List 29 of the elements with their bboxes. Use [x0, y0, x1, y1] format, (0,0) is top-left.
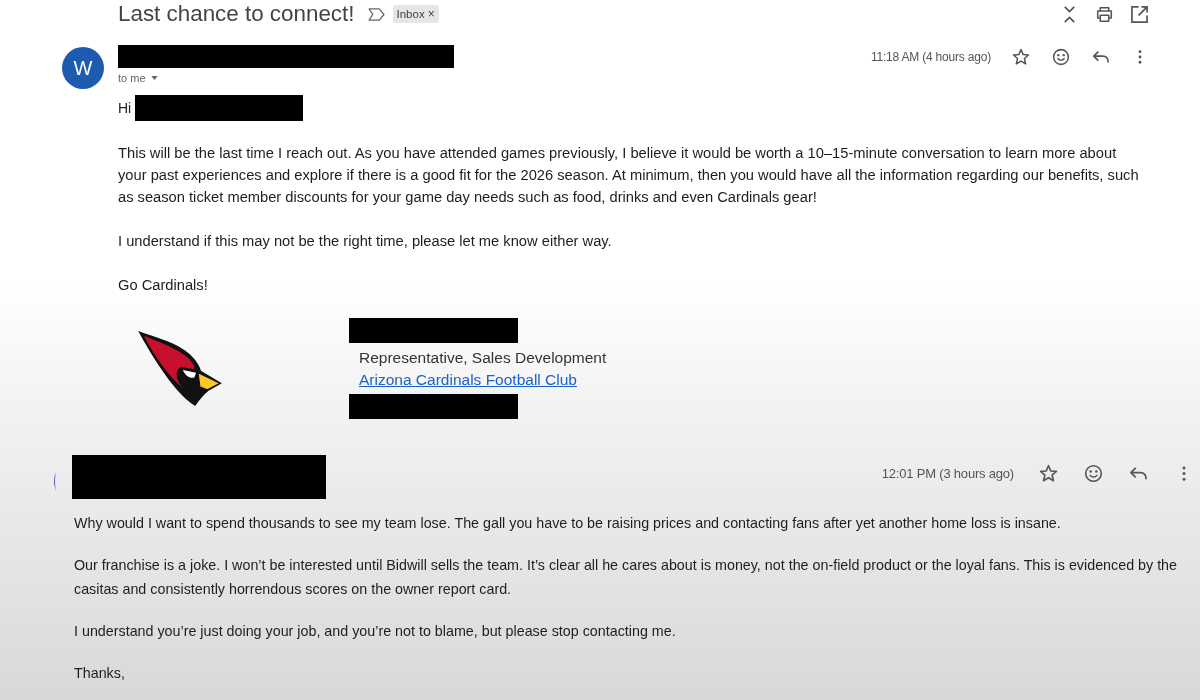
- message-paragraph: Why would I want to spend thousands to see my team lose. The gall you have to be raising prices and contacting fans after yet another home loss is insane.: [74, 514, 1062, 533]
- message-paragraph: Go Cardinals!: [118, 276, 209, 295]
- message-paragraph: This will be the last time I reach out. As you have attended games previously, I believe it would be worth a 10–15-minute conversation to learn more about your past experiences and explore if there is a good fit for the 2026 season. At minimum, then you would have all the information regarding our benefits, such as season ticket member discounts for your game day needs such as food, drinks and even Cardinals gear!: [118, 144, 1140, 207]
- partial-avatar-icon: [52, 472, 57, 491]
- importance-marker-icon[interactable]: [367, 7, 385, 21]
- company-link[interactable]: Arizona Cardinals Football Club: [359, 369, 577, 391]
- print-icon[interactable]: [1096, 5, 1113, 23]
- emoji-reaction-icon[interactable]: [1052, 48, 1070, 66]
- message-paragraph: Thanks,: [74, 664, 126, 683]
- message-paragraph: I understand if this may not be the right time, please let me know either way.: [118, 232, 613, 251]
- greeting-text: Hi: [118, 100, 132, 116]
- caret-icon: [150, 76, 158, 80]
- collapse-all-icon[interactable]: [1061, 5, 1078, 23]
- email-subject: Last chance to connect!: [118, 0, 355, 28]
- open-in-new-window-icon[interactable]: [1131, 5, 1148, 23]
- label-name: Inbox: [396, 8, 425, 20]
- message-paragraph: Our franchise is a joke. I won’t be interested until Bidwill sells the team. It’s clear all he cares about is money, not the on-field product or the loyal fans. This is evidenced by the casitas and consistently horrendous scores on the owner report card.: [74, 556, 1179, 599]
- message-paragraph: I understand you’re just doing your job, and you’re not to blame, but please stop contacting me.: [74, 622, 677, 641]
- message-time: 12:01 PM (3 hours ago): [881, 465, 1014, 481]
- remove-label-button[interactable]: ×: [427, 7, 435, 21]
- star-icon[interactable]: [1039, 463, 1058, 483]
- emoji-reaction-icon[interactable]: [1084, 463, 1103, 483]
- sender-avatar: W: [62, 47, 104, 89]
- message-time: 11:18 AM (4 hours ago): [870, 50, 991, 64]
- more-options-icon[interactable]: [1138, 50, 1142, 64]
- star-icon[interactable]: [1012, 48, 1030, 66]
- signature-title: Representative, Sales Development: [359, 348, 607, 368]
- more-options-icon[interactable]: [1182, 465, 1186, 481]
- recipients-toggle[interactable]: to me: [118, 71, 158, 85]
